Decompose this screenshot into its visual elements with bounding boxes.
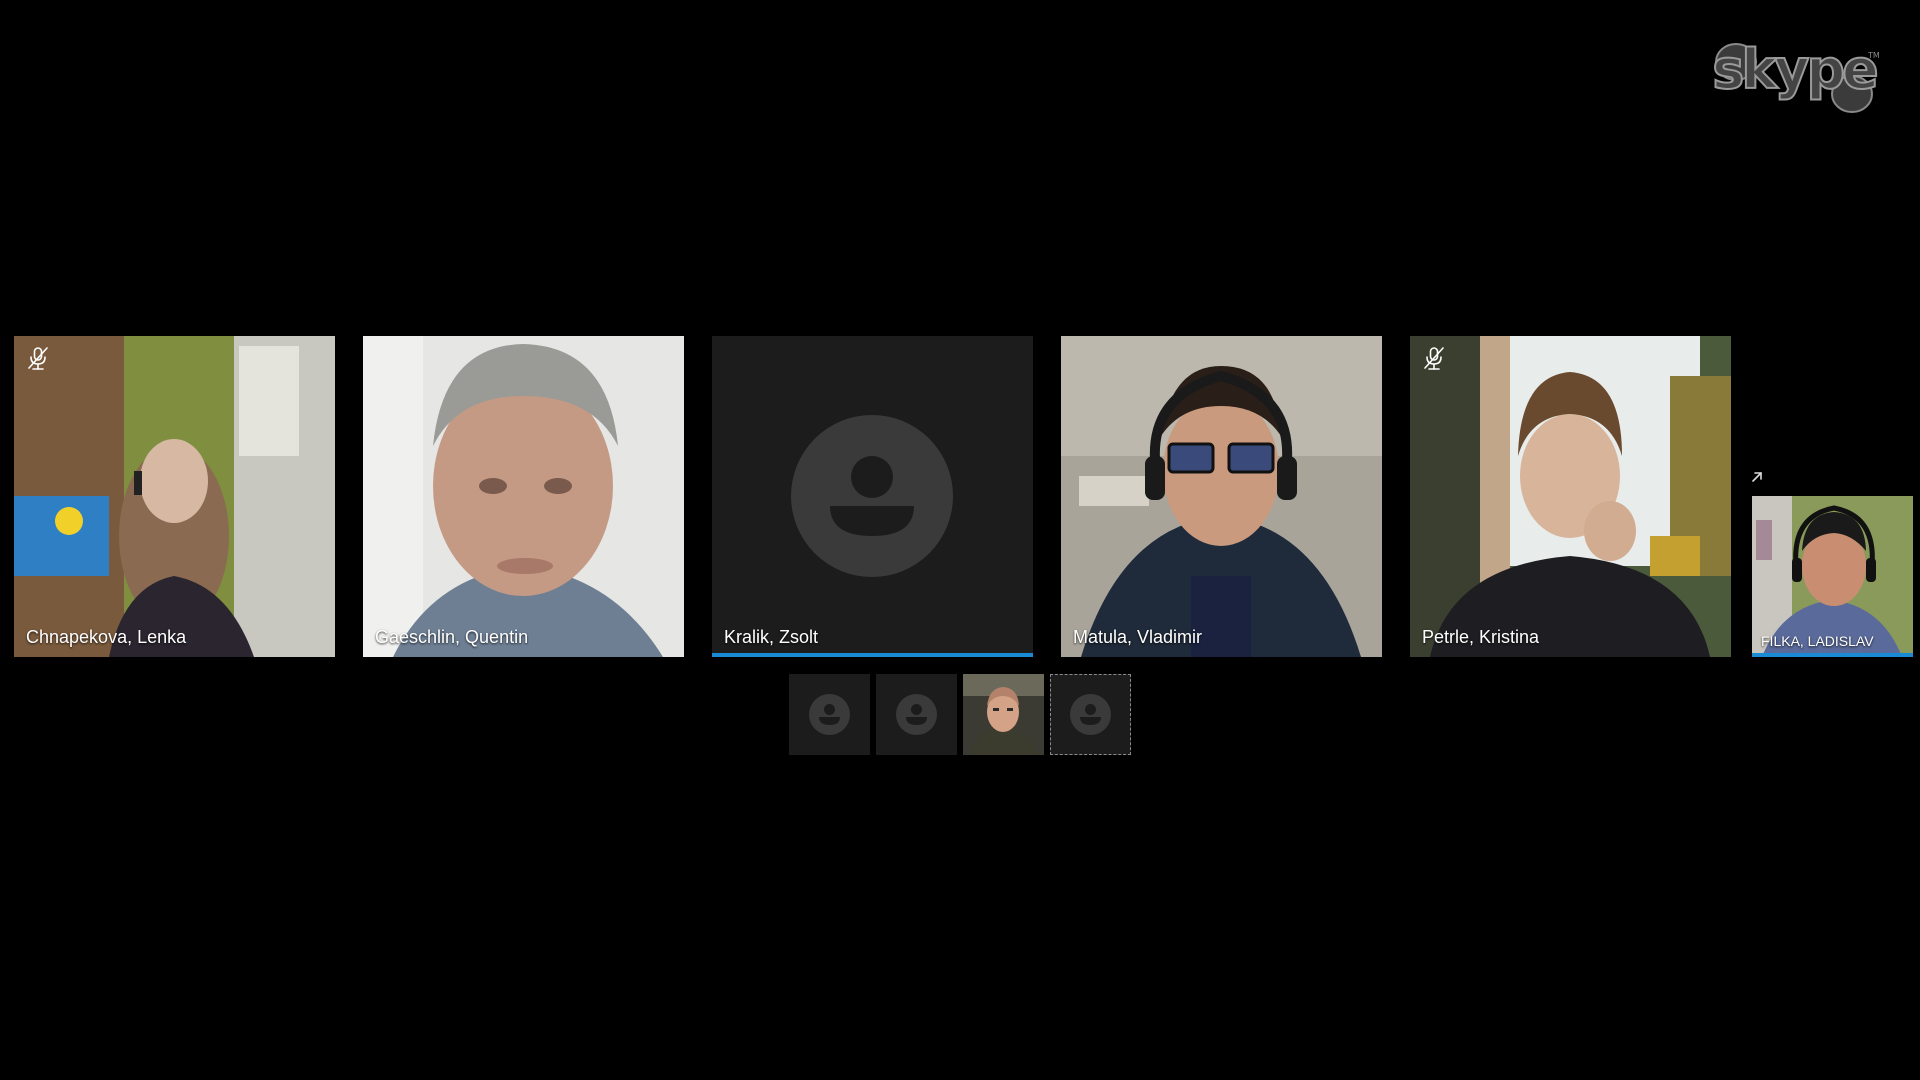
participant-tile-matula[interactable]: Matula, Vladimir xyxy=(1061,336,1382,657)
microphone-muted-icon xyxy=(1424,347,1444,370)
participant-video xyxy=(1061,336,1382,657)
participant-tile-gaeschlin[interactable]: Gaeschlin, Quentin xyxy=(363,336,684,657)
speaking-indicator xyxy=(1752,653,1913,657)
participant-video xyxy=(363,336,684,657)
overflow-participant-3[interactable] xyxy=(963,674,1044,755)
default-avatar-icon xyxy=(712,336,1033,657)
svg-text:TM: TM xyxy=(1867,51,1880,60)
participant-name: Chnapekova, Lenka xyxy=(26,627,187,647)
participant-tile-kralik[interactable]: Kralik, Zsolt xyxy=(712,336,1033,657)
popout-arrow-icon[interactable] xyxy=(1750,470,1764,484)
skype-logo-icon: skype TM xyxy=(1708,38,1880,118)
participant-name: Petrle, Kristina xyxy=(1422,627,1540,647)
self-view-tile[interactable]: FILKA, LADISLAV xyxy=(1752,496,1913,657)
speaking-indicator xyxy=(712,653,1033,657)
microphone-muted-icon xyxy=(28,347,48,370)
participant-name: Gaeschlin, Quentin xyxy=(375,627,529,647)
participant-name: Kralik, Zsolt xyxy=(724,627,819,647)
default-avatar-icon xyxy=(789,674,870,755)
overflow-participant-1[interactable] xyxy=(789,674,870,755)
default-avatar-icon xyxy=(1050,674,1131,755)
participant-photo xyxy=(963,674,1044,755)
overflow-participant-4[interactable] xyxy=(1050,674,1131,755)
participant-video xyxy=(1410,336,1731,657)
participant-video xyxy=(14,336,335,657)
participant-name: Matula, Vladimir xyxy=(1073,627,1203,647)
default-avatar-icon xyxy=(876,674,957,755)
participant-tile-petrle[interactable]: Petrle, Kristina xyxy=(1410,336,1731,657)
call-stage: skype TM Chnapekova, Lenka Gaeschlin, Qu… xyxy=(0,0,1920,1080)
participant-tile-chnapekova[interactable]: Chnapekova, Lenka xyxy=(14,336,335,657)
svg-text:skype: skype xyxy=(1712,38,1877,101)
self-view-name: FILKA, LADISLAV xyxy=(1761,633,1874,649)
overflow-participant-2[interactable] xyxy=(876,674,957,755)
